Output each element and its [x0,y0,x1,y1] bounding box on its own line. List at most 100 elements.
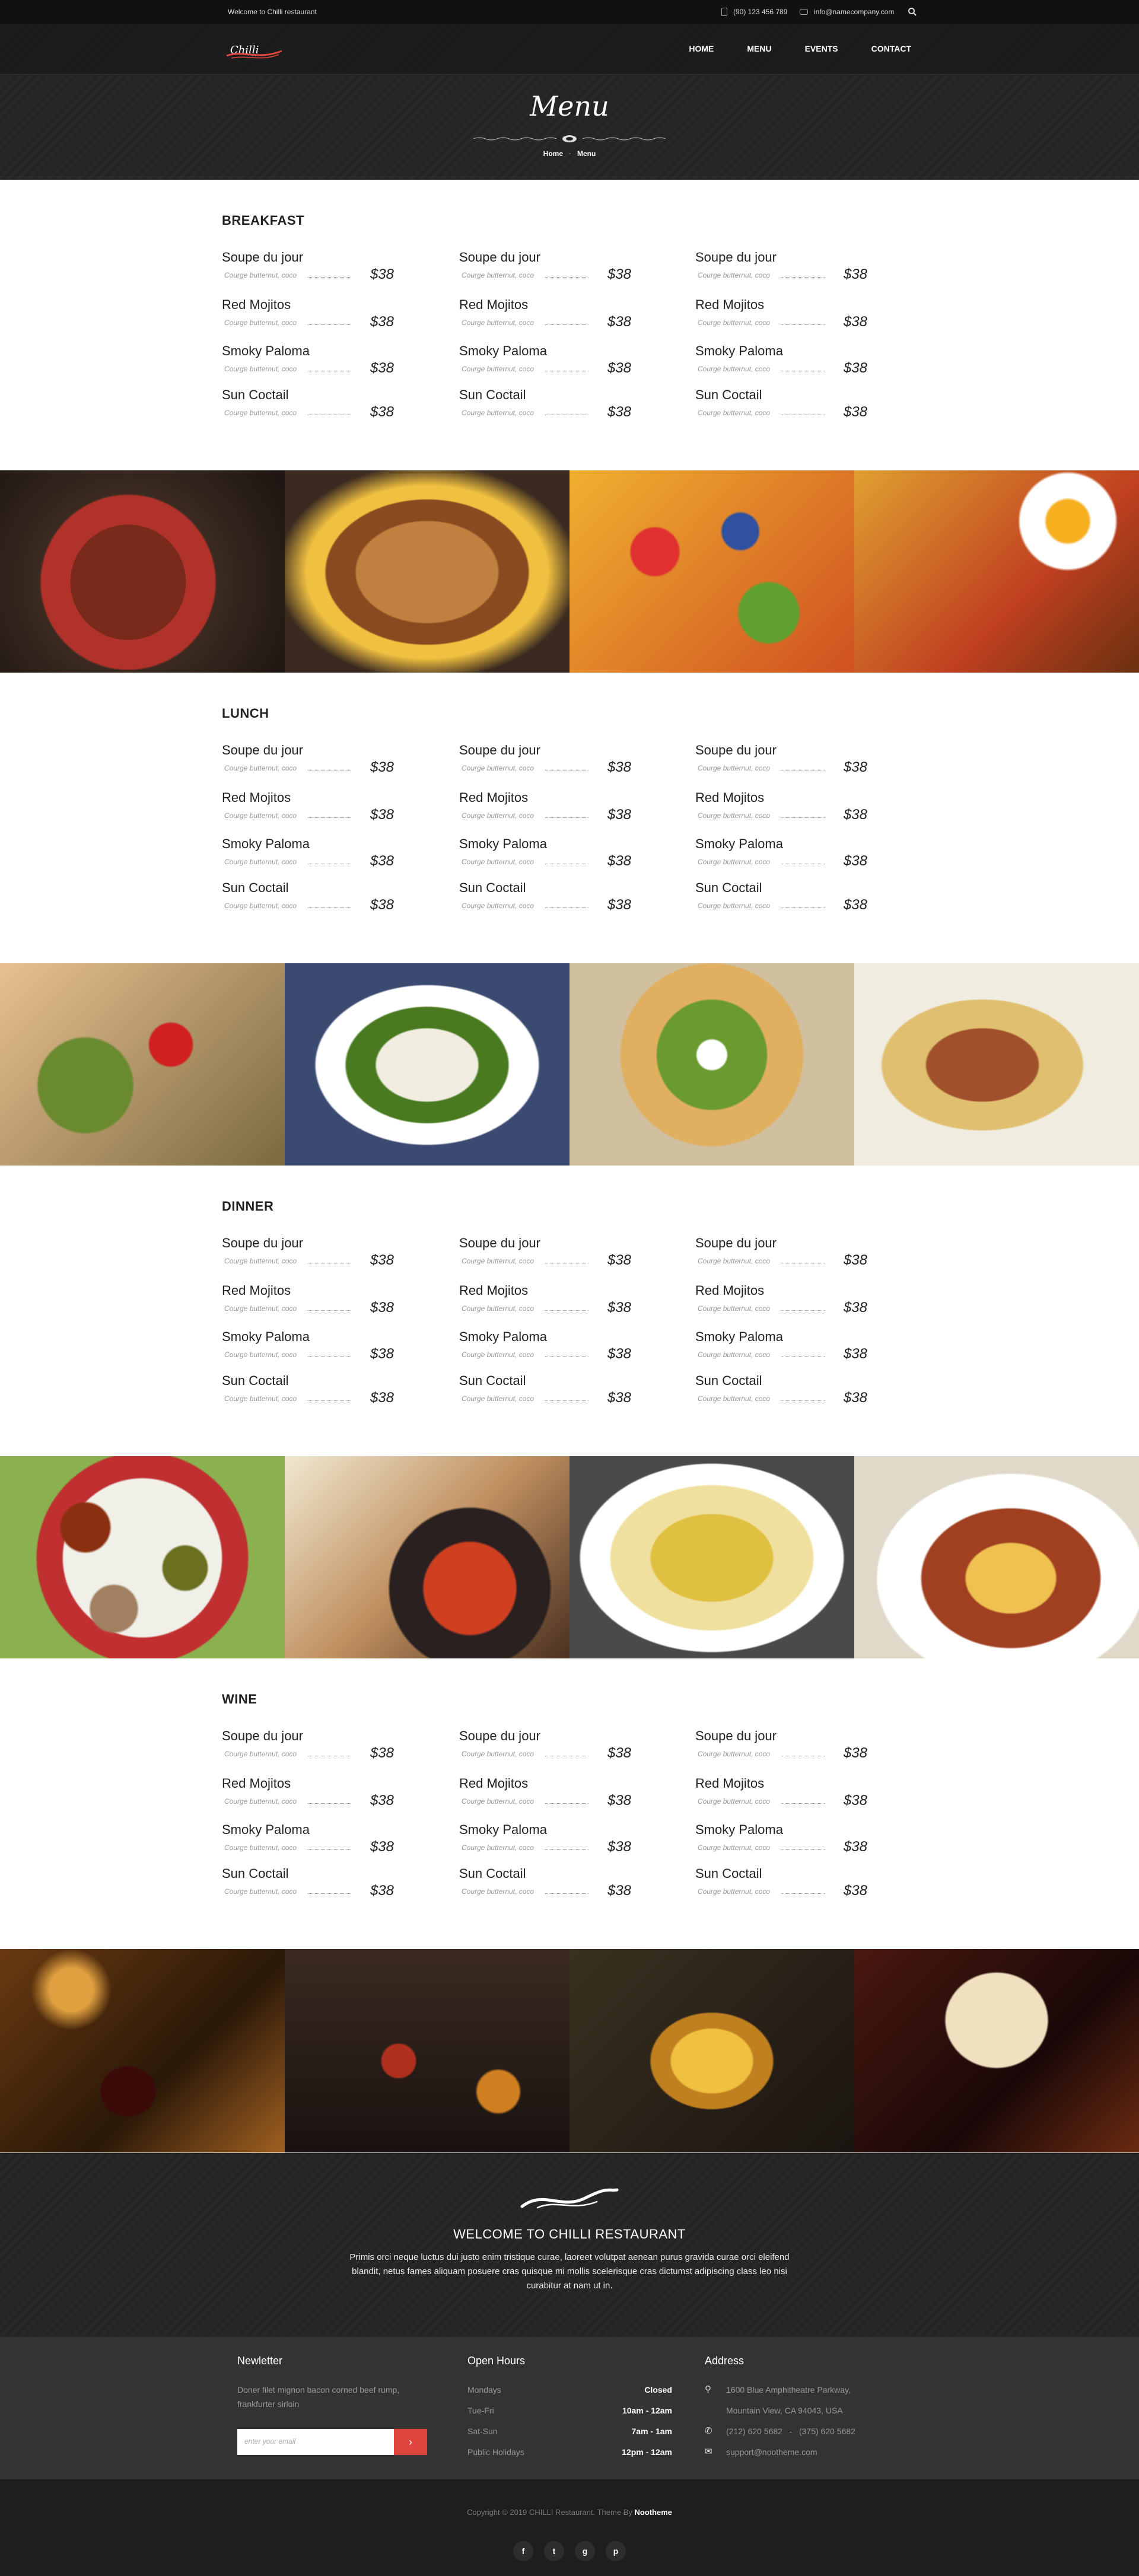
facebook-icon[interactable]: f [513,2541,533,2561]
dotted-leader [308,1849,351,1850]
menu-item-price: $38 [370,360,394,376]
section-title: LUNCH [222,706,269,721]
menu-item-name: Red Mojitos [459,297,529,312]
fajitas-photo [285,1456,570,1660]
salad-bowl-photo [285,963,570,1167]
menu-item-name: Smoky Paloma [695,836,783,851]
menu-item-name: Smoky Paloma [222,1329,310,1344]
menu-item-name: Soupe du jour [222,250,303,265]
menu-item-name: Sun Coctail [222,880,289,895]
menu-item-description: Courge butternut, coco [698,1394,771,1403]
nav-menu[interactable]: MENU [747,44,771,53]
breadcrumb: Home · Menu [543,149,596,158]
chilli-logo[interactable]: Chilli [225,38,285,62]
theme-brand-link[interactable]: Nootheme [634,2508,672,2517]
menu-item-name: Smoky Paloma [222,836,310,851]
twitter-icon[interactable]: t [544,2541,564,2561]
menu-section-wine: WINE Soupe du jour Courge butternut, coco $… [0,1658,1139,1949]
menu-item: Red Mojitos Courge butternut, coco $38 [222,790,394,823]
breadcrumb-home[interactable]: Home [543,149,563,158]
menu-item-description: Courge butternut, coco [224,764,297,772]
menu-item-price: $38 [843,1300,867,1316]
menu-item: Soupe du jour Courge butternut, coco $38 [695,250,867,282]
menu-item-name: Red Mojitos [222,790,291,805]
menu-item: Soupe du jour Courge butternut, coco $38 [222,250,394,282]
photo-gallery [0,963,1139,1167]
menu-item: Soupe du jour Courge butternut, coco $38 [222,1236,394,1268]
hours-time: Closed [644,2385,672,2394]
welcome-text: Welcome to Chilli restaurant [228,8,317,16]
menu-item: Sun Coctail Courge butternut, coco $38 [459,1866,631,1899]
menu-item-description: Courge butternut, coco [462,319,534,327]
menu-item-name: Sun Coctail [459,880,526,895]
menu-item-price: $38 [607,1792,631,1808]
menu-item-name: Smoky Paloma [459,836,547,851]
menu-item-price: $38 [843,1839,867,1855]
menu-item-price: $38 [607,853,631,869]
menu-item-name: Red Mojitos [695,1283,765,1298]
dotted-leader [781,1893,825,1894]
menu-item: Smoky Paloma Courge butternut, coco $38 [459,343,631,376]
menu-item-price: $38 [607,1883,631,1899]
dotted-leader [308,1400,351,1401]
granola-bowl-photo [0,470,285,674]
menu-item-name: Red Mojitos [459,1283,529,1298]
menu-item-price: $38 [370,266,394,282]
email-address[interactable]: info@namecompany.com [814,8,894,16]
footer-email[interactable]: support@nootheme.com [726,2445,817,2466]
menu-item: Smoky Paloma Courge butternut, coco $38 [222,1329,394,1362]
menu-item: Red Mojitos Courge butternut, coco $38 [222,1776,394,1808]
menu-item-name: Red Mojitos [222,1776,291,1791]
newsletter-submit-button[interactable]: › [393,2429,427,2455]
address-line-2: Mountain View, CA 94043, USA [726,2406,843,2415]
section-title: DINNER [222,1199,274,1214]
menu-item: Smoky Paloma Courge butternut, coco $38 [695,1329,867,1362]
menu-item: Red Mojitos Courge butternut, coco $38 [222,297,394,330]
menu-item-price: $38 [370,897,394,913]
nav-home[interactable]: HOME [689,44,714,53]
menu-item-name: Sun Coctail [459,1866,526,1881]
menu-item-description: Courge butternut, coco [698,811,771,820]
menu-item-price: $38 [607,404,631,420]
hours-row: Tue-Fri 10am - 12am [467,2403,672,2424]
menu-item-price: $38 [370,1883,394,1899]
dotted-leader [545,277,588,278]
photo-gallery [0,1456,1139,1660]
nav-events[interactable]: EVENTS [805,44,838,53]
menu-item-price: $38 [370,404,394,420]
menu-item-name: Red Mojitos [695,297,765,312]
menu-item-price: $38 [607,1346,631,1362]
menu-item: Red Mojitos Courge butternut, coco $38 [695,297,867,330]
menu-item: Smoky Paloma Courge butternut, coco $38 [222,343,394,376]
dotted-leader [308,817,351,818]
hours-day: Sat-Sun [467,2427,498,2436]
menu-item-price: $38 [370,1300,394,1316]
menu-item-price: $38 [607,314,631,330]
dotted-leader [781,1400,825,1401]
dotted-leader [781,817,825,818]
address-title: Address [705,2355,745,2367]
menu-item-price: $38 [370,1390,394,1406]
hours-row: Mondays Closed [467,2383,672,2403]
menu-item-description: Courge butternut, coco [698,764,771,772]
nav-contact[interactable]: CONTACT [871,44,911,53]
menu-item-description: Courge butternut, coco [224,365,297,373]
menu-item: Sun Coctail Courge butternut, coco $38 [695,1866,867,1899]
dotted-leader [545,1803,588,1804]
newsletter-email-input[interactable]: enter your email [237,2429,394,2455]
search-icon[interactable] [908,7,917,17]
section-title: WINE [222,1692,257,1706]
menu-item-description: Courge butternut, coco [698,1887,771,1896]
google-plus-icon[interactable]: g [575,2541,595,2561]
welcome-section: WELCOME TO CHILLI RESTAURANT Primis orci… [0,2153,1139,2337]
pinterest-icon[interactable]: p [606,2541,626,2561]
menu-item-name: Smoky Paloma [222,1822,310,1837]
menu-item-name: Smoky Paloma [695,343,783,358]
menu-item-price: $38 [843,1346,867,1362]
menu-item-name: Red Mojitos [695,790,765,805]
menu-item: Smoky Paloma Courge butternut, coco $38 [459,1329,631,1362]
menu-item-price: $38 [607,266,631,282]
email-contact[interactable]: info@namecompany.com [800,8,894,16]
menu-item-description: Courge butternut, coco [698,858,771,866]
dotted-leader [545,1849,588,1850]
